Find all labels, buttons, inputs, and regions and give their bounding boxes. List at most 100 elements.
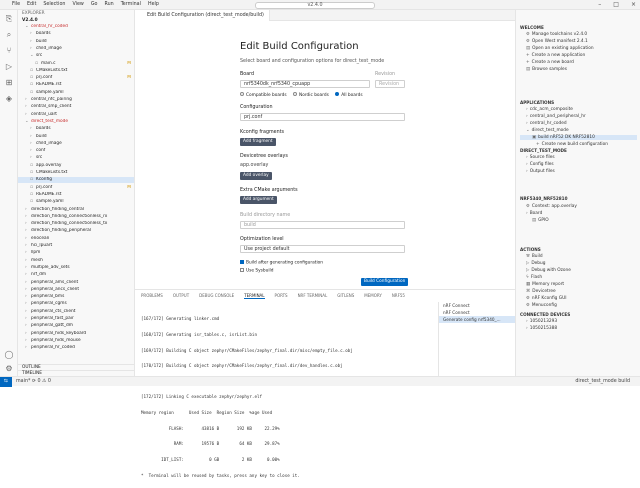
action-debug-ozone[interactable]: ▷ Debug with Ozone bbox=[526, 268, 571, 273]
action-build[interactable]: ⚒ Build bbox=[526, 254, 543, 259]
open-existing-app-item[interactable]: ▤ Open an existing application bbox=[526, 46, 594, 51]
menu-file[interactable]: File bbox=[12, 2, 20, 7]
tree-item[interactable]: › conf bbox=[18, 148, 134, 154]
tree-item[interactable]: › peripheral_cts_client bbox=[18, 309, 134, 315]
app-central-peripheral-hr[interactable]: › central_and_peripheral_hr bbox=[526, 114, 586, 119]
build-configuration-button[interactable]: Build Configuration bbox=[361, 278, 409, 286]
build-config-item[interactable]: ▣ build nRF52 DK NRF52810 bbox=[520, 135, 637, 140]
tree-item[interactable]: › child_image bbox=[18, 141, 134, 147]
tree-item[interactable]: ▫ README.rst bbox=[18, 82, 134, 88]
action-kconfig-gui[interactable]: ⚙ nRF Kconfig GUI bbox=[526, 296, 566, 301]
action-memory-report[interactable]: ▦ Memory report bbox=[526, 282, 564, 287]
welcome-header[interactable]: WELCOME bbox=[520, 25, 544, 30]
tab-memory[interactable]: MEMORY bbox=[364, 293, 382, 299]
tree-item[interactable]: › peripheral_hids_keyboard bbox=[18, 331, 134, 337]
tree-item[interactable]: › build bbox=[18, 39, 134, 45]
tree-item[interactable]: › peripheral_hids_mouse bbox=[18, 338, 134, 344]
terminal-output[interactable]: [167/172] Generating linker.cmd [168/172… bbox=[141, 306, 431, 477]
device-item[interactable]: › 1050213293 bbox=[526, 319, 557, 324]
tab-debug-console[interactable]: DEBUG CONSOLE bbox=[199, 293, 234, 299]
tree-item[interactable]: › boards bbox=[18, 31, 134, 37]
tree-item[interactable]: ▫ CMakeLists.txt bbox=[18, 170, 134, 176]
radio-all-boards[interactable]: All boards bbox=[335, 92, 363, 98]
tree-item[interactable]: › central_smp_client bbox=[18, 104, 134, 110]
tree-item[interactable]: › peripheral_cgms bbox=[18, 301, 134, 307]
tree-item[interactable]: ▫ app.overlay bbox=[18, 163, 134, 169]
action-menuconfig[interactable]: ⚙ Menuconfig bbox=[526, 303, 557, 308]
action-flash[interactable]: ϟ Flash bbox=[526, 275, 542, 280]
tab-ports[interactable]: PORTS bbox=[275, 293, 288, 299]
tree-item[interactable]: ▫ main.c M bbox=[18, 61, 134, 67]
tree-item[interactable]: › build bbox=[18, 134, 134, 140]
source-control-icon[interactable]: ⑂ bbox=[4, 46, 14, 56]
tab-nrf55[interactable]: NRF55 bbox=[392, 293, 405, 299]
tree-item[interactable]: ⌄ src bbox=[18, 53, 134, 59]
app-central-hr-coded[interactable]: › central_hr_coded bbox=[526, 121, 567, 126]
tree-item[interactable]: › multiple_adv_sets bbox=[18, 265, 134, 271]
config-files-item[interactable]: › Config files bbox=[526, 162, 554, 167]
actions-header[interactable]: ACTIONS bbox=[520, 247, 541, 252]
menu-run[interactable]: Run bbox=[104, 2, 113, 7]
tree-item[interactable]: › direction_finding_central bbox=[18, 207, 134, 213]
tree-item[interactable]: ▫ Kconfig bbox=[18, 177, 134, 184]
tree-item[interactable]: › central_uart bbox=[18, 112, 134, 118]
direct-test-mode-header[interactable]: DIRECT_TEST_MODE bbox=[520, 148, 567, 153]
tree-item[interactable]: ⌄ central_hr_coded bbox=[18, 24, 134, 30]
status-left[interactable]: main* ⟳ 0 ⚠ 0 bbox=[16, 379, 51, 384]
minimize-icon[interactable]: – bbox=[598, 1, 601, 8]
add-argument-button[interactable]: Add argument bbox=[240, 196, 277, 204]
gpio-item[interactable]: ▤ GPIO bbox=[532, 218, 549, 223]
tree-item[interactable]: › child_image bbox=[18, 46, 134, 52]
maximize-icon[interactable]: □ bbox=[613, 1, 619, 8]
use-sysbuild-checkbox[interactable]: Use Sysbuild bbox=[240, 268, 273, 274]
tree-item[interactable]: ▫ prj.conf M bbox=[18, 185, 134, 191]
menu-selection[interactable]: Selection bbox=[43, 2, 65, 7]
tree-item[interactable]: › hci_lpuart bbox=[18, 243, 134, 249]
tree-item[interactable]: › peripheral_fast_pair bbox=[18, 316, 134, 322]
create-new-board-item[interactable]: + Create a new board bbox=[526, 60, 574, 65]
radio-compatible-boards[interactable]: Compatible boards bbox=[240, 92, 287, 98]
tree-item[interactable]: › boards bbox=[18, 126, 134, 132]
status-right[interactable]: direct_test_mode build bbox=[575, 379, 630, 384]
tree-item[interactable]: › peripheral_gatt_dm bbox=[18, 323, 134, 329]
tab-edit-build-configuration[interactable]: Edit Build Configuration (direct_test_mo… bbox=[135, 10, 270, 21]
menu-help[interactable]: Help bbox=[148, 2, 159, 7]
gear-icon[interactable]: ⚙ bbox=[4, 364, 14, 374]
create-new-build-config-item[interactable]: + Create new build configuration bbox=[536, 142, 608, 147]
board-details-header[interactable]: NRF5340_NRF52810 bbox=[520, 196, 568, 201]
app-cdc-acm[interactable]: › cdc_acm_composite bbox=[526, 107, 573, 112]
tree-item[interactable]: › direction_finding_connectionless_tx bbox=[18, 221, 134, 227]
add-fragment-button[interactable]: Add fragment bbox=[240, 138, 276, 146]
menu-go[interactable]: Go bbox=[91, 2, 98, 7]
tab-nrf-terminal[interactable]: NRF TERMINAL bbox=[298, 293, 328, 299]
tree-item[interactable]: › llpm bbox=[18, 250, 134, 256]
manage-toolchains-item[interactable]: ⚙ Manage toolchains v2.4.0 bbox=[526, 32, 587, 37]
terminal-instance[interactable]: Generate config nrf5340_... bbox=[439, 316, 515, 323]
radio-nordic-boards[interactable]: Nordic boards bbox=[293, 92, 329, 98]
tree-item[interactable]: ▫ sample.yaml bbox=[18, 90, 134, 96]
tree-item[interactable]: › mesh bbox=[18, 258, 134, 264]
tree-item[interactable]: › peripheral_ams_client bbox=[18, 280, 134, 286]
create-new-app-item[interactable]: + Create a new application bbox=[526, 53, 585, 58]
run-debug-icon[interactable]: ▷ bbox=[4, 62, 14, 72]
revision-input[interactable]: Revision bbox=[375, 80, 405, 88]
device-item[interactable]: › 1050215388 bbox=[526, 326, 557, 331]
action-debug[interactable]: ▷ Debug bbox=[526, 261, 545, 266]
browse-samples-item[interactable]: ▤ Browse samples bbox=[526, 67, 567, 72]
terminal-instance[interactable]: nRF Connect bbox=[439, 302, 515, 309]
build-dir-input[interactable]: build bbox=[240, 221, 405, 229]
tree-item[interactable]: › direction_finding_connectionless_rx bbox=[18, 214, 134, 220]
tree-item[interactable]: › enocean bbox=[18, 236, 134, 242]
output-files-item[interactable]: › Output files bbox=[526, 169, 555, 174]
open-west-manifest-item[interactable]: ⚙ Open West manifest 2.4.1 bbox=[526, 39, 588, 44]
account-icon[interactable]: ◯ bbox=[4, 350, 14, 360]
action-devicetree[interactable]: ⌘ Devicetree bbox=[526, 289, 556, 294]
tab-problems[interactable]: PROBLEMS bbox=[141, 293, 163, 299]
context-item[interactable]: ⚙ Context: app.overlay bbox=[526, 204, 577, 209]
configuration-select[interactable]: prj.conf bbox=[240, 113, 405, 121]
tree-item[interactable]: › peripheral_hr_coded bbox=[18, 345, 134, 351]
tree-item[interactable]: ▫ prj.conf M bbox=[18, 75, 134, 81]
tab-terminal[interactable]: TERMINAL bbox=[244, 293, 265, 299]
optimization-select[interactable]: Use project default bbox=[240, 245, 405, 253]
applications-header[interactable]: APPLICATIONS bbox=[520, 100, 554, 105]
